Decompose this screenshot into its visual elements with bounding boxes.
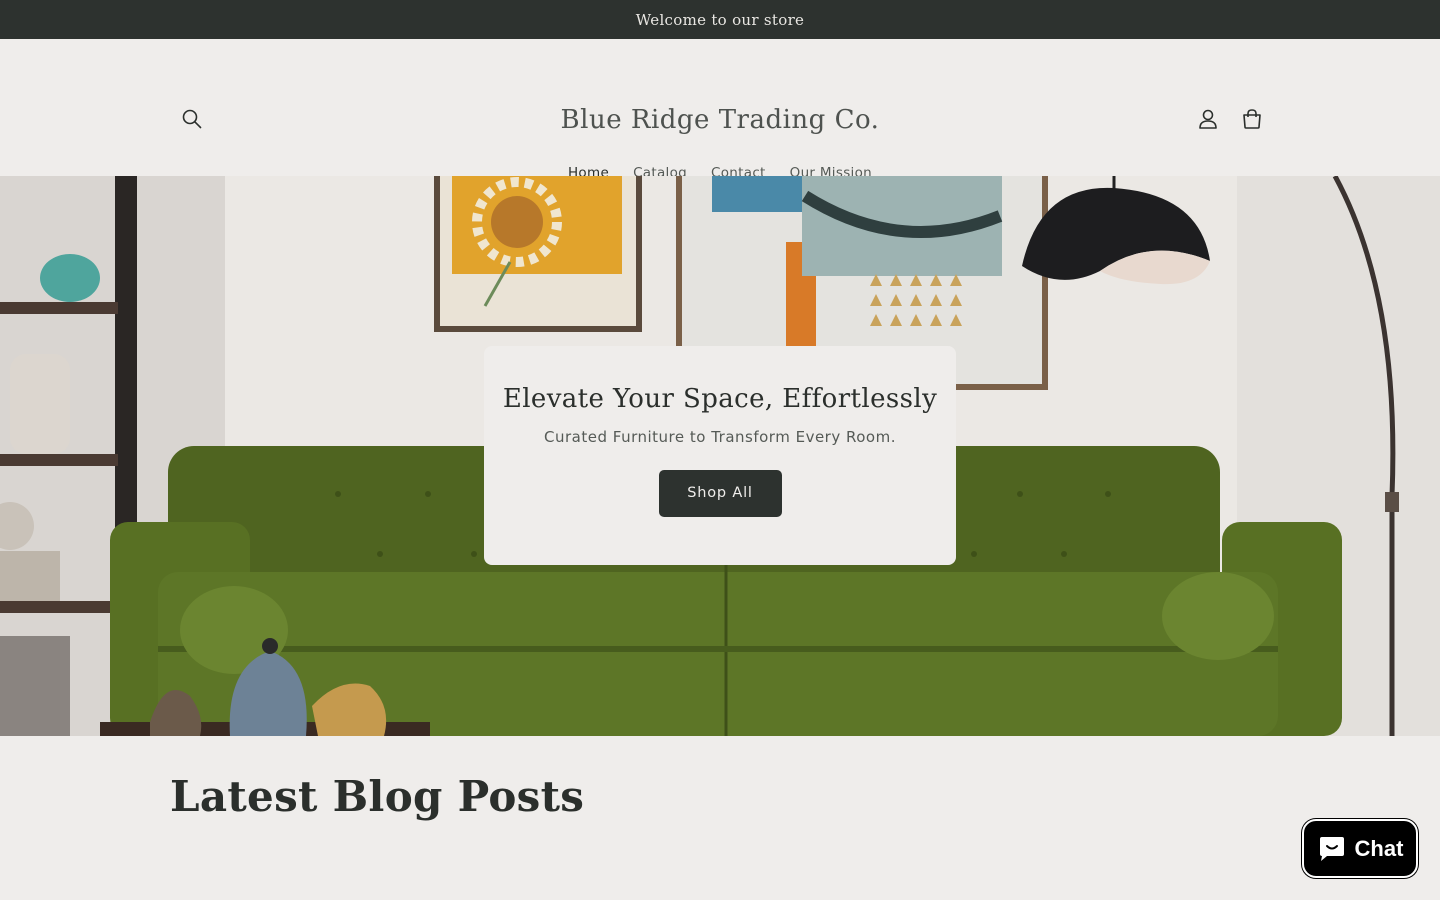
account-button[interactable] (1190, 101, 1226, 137)
blog-section-title: Latest Blog Posts (170, 772, 585, 821)
announcement-bar: Welcome to our store (0, 0, 1440, 39)
cart-icon (1243, 109, 1261, 129)
hero-subtitle: Curated Furniture to Transform Every Roo… (544, 428, 896, 446)
hero-banner: Elevate Your Space, Effortlessly Curated… (0, 176, 1440, 736)
shop-all-button[interactable]: Shop All (658, 470, 782, 517)
site-header: Blue Ridge Trading Co. Home Catalog Cont… (0, 39, 1440, 181)
hero-title: Elevate Your Space, Effortlessly (502, 384, 938, 414)
chat-button[interactable]: Chat (1302, 819, 1418, 878)
announcement-text: Welcome to our store (635, 10, 805, 29)
chat-label: Chat (1354, 835, 1404, 861)
account-icon (1199, 109, 1217, 129)
chat-bubble-icon (1319, 836, 1344, 861)
cart-button[interactable] (1234, 101, 1270, 137)
hero-card: Elevate Your Space, Effortlessly Curated… (484, 346, 956, 565)
